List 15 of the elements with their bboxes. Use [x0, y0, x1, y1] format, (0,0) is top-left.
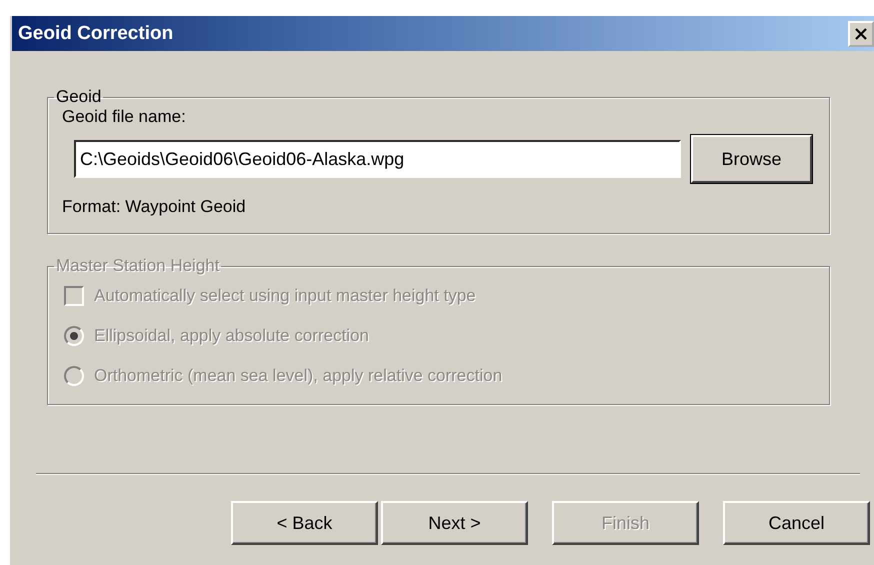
window-title: Geoid Correction [18, 22, 174, 44]
wizard-button[interactable]: < Back [231, 501, 378, 545]
group-legend: Master Station Height [54, 256, 222, 276]
option-label: Automatically select using input master height type [94, 286, 476, 306]
close-button[interactable] [848, 20, 874, 46]
option-label: Orthometric (mean sea level), apply relative correction [94, 366, 502, 386]
format-text: Format: Waypoint Geoid [62, 197, 247, 217]
wizard-button[interactable]: Next > [381, 501, 528, 545]
file-name-field[interactable]: C:\Geoids\Geoid06\Geoid06-Alaska.wpg [74, 140, 681, 178]
option-label: Ellipsoidal, apply absolute correction [94, 326, 369, 346]
wizard-button[interactable]: Cancel [723, 501, 870, 545]
field-label: Geoid file name: [62, 107, 187, 127]
close-icon [855, 28, 867, 40]
group-legend: Geoid [54, 87, 104, 107]
browse-button[interactable]: Browse [691, 135, 812, 183]
